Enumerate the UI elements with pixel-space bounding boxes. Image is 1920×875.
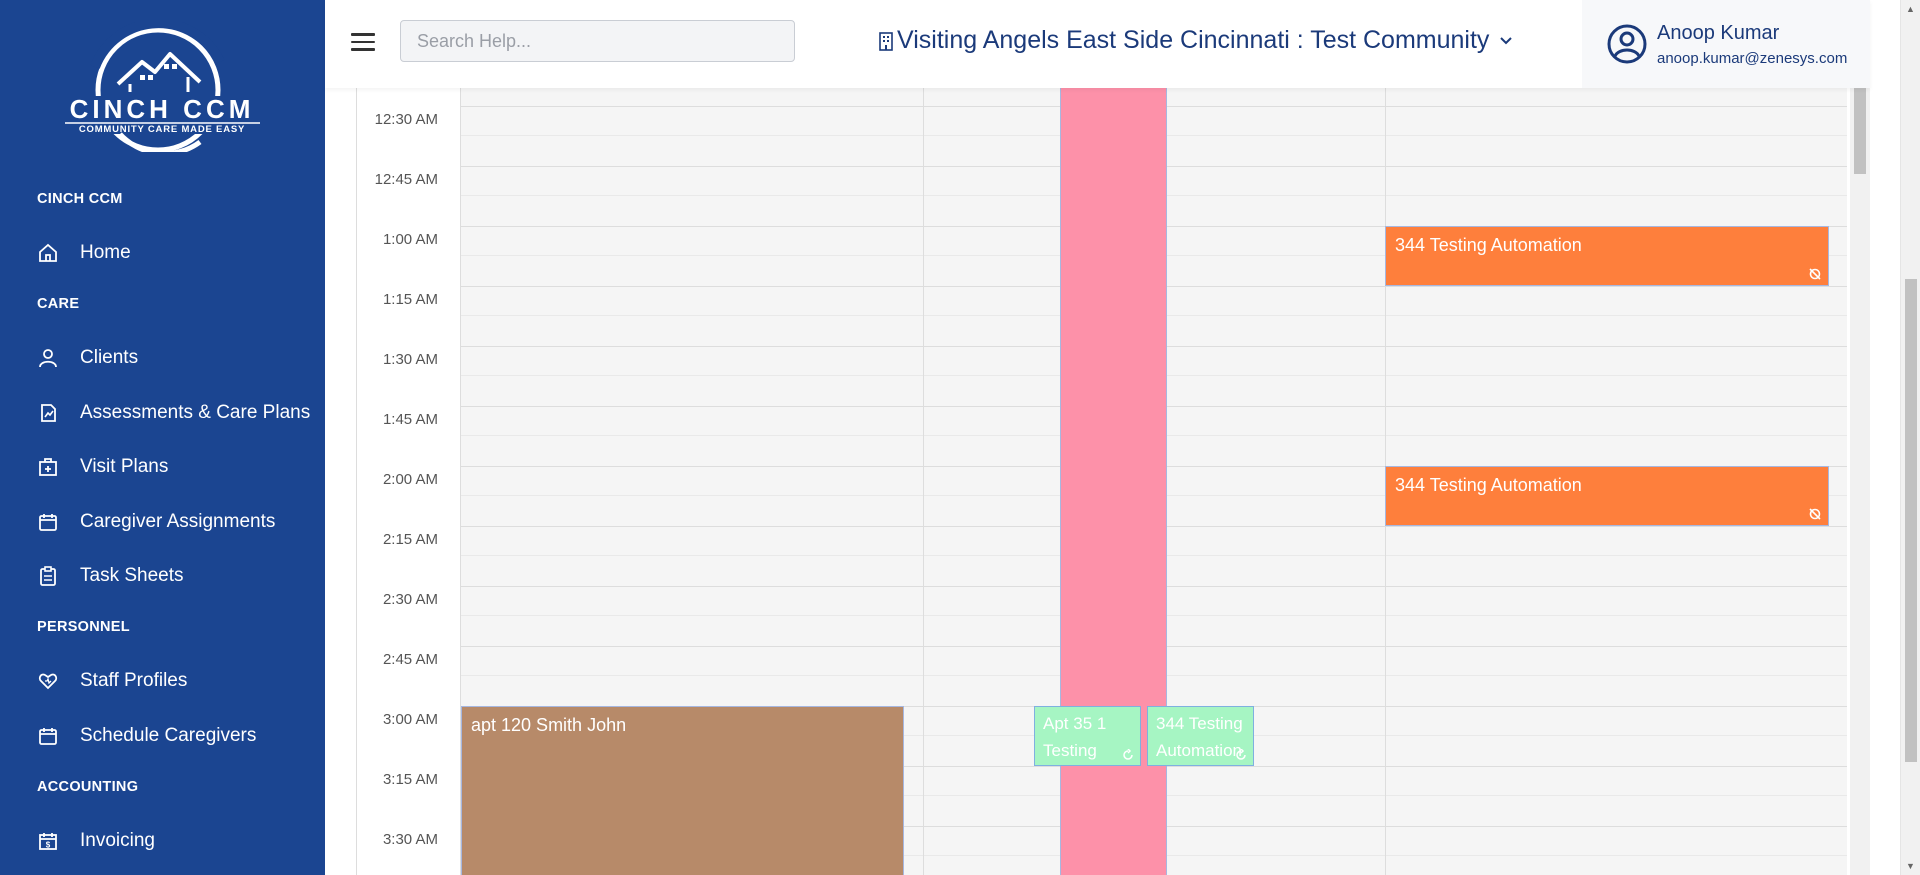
time-slot-label: 1:45 AM xyxy=(382,411,438,428)
heart-icon xyxy=(37,670,59,692)
search-help-input[interactable] xyxy=(400,20,795,62)
time-gutter: 12:30 AM 12:45 AM 1:00 AM 1:15 AM 1:30 A… xyxy=(356,88,461,875)
section-accounting: ACCOUNTING xyxy=(37,779,139,795)
sync-disabled-icon xyxy=(1808,267,1822,281)
calendar-icon xyxy=(37,511,59,533)
calendar-event[interactable]: Apt 35 1 Testing xyxy=(1034,706,1141,766)
chevron-down-icon xyxy=(1499,36,1513,46)
community-name: Visiting Angels East Side Cincinnati : T… xyxy=(897,26,1490,54)
section-care: CARE xyxy=(37,296,80,312)
event-title: 344 Testing Automation xyxy=(1156,714,1243,760)
sidebar: CINCH CCM COMMUNITY CARE MADE EASY CINCH… xyxy=(0,0,325,875)
time-slot-label: 1:15 AM xyxy=(382,291,438,308)
clipboard-icon xyxy=(37,565,59,587)
time-slot-label: 1:30 AM xyxy=(382,351,438,368)
sidebar-item-assessments[interactable]: Assessments & Care Plans xyxy=(37,395,310,431)
sidebar-item-caregiver-assignments[interactable]: Caregiver Assignments xyxy=(37,504,275,540)
sync-disabled-icon xyxy=(1808,507,1822,521)
section-cinch-ccm: CINCH CCM xyxy=(37,191,123,207)
time-slot-label: 2:15 AM xyxy=(382,531,438,548)
time-slot-label: 3:30 AM xyxy=(382,831,438,848)
sync-icon xyxy=(1122,749,1134,761)
sidebar-item-home[interactable]: Home xyxy=(37,235,131,271)
calendar-grid[interactable]: 344 Testing Automation 344 Testing Autom… xyxy=(461,88,1847,875)
sidebar-item-task-sheets[interactable]: Task Sheets xyxy=(37,558,184,594)
section-personnel: PERSONNEL xyxy=(37,619,130,635)
calendar-event[interactable]: 344 Testing Automation xyxy=(1147,706,1254,766)
sidebar-item-label: Home xyxy=(80,242,131,263)
sidebar-item-clients[interactable]: Clients xyxy=(37,340,138,376)
user-avatar-icon xyxy=(1607,24,1647,64)
event-title: 344 Testing Automation xyxy=(1395,235,1582,255)
sidebar-item-label: Visit Plans xyxy=(80,456,169,477)
menu-toggle-icon[interactable] xyxy=(351,33,375,53)
calendar-event[interactable]: 344 Testing Automation xyxy=(1385,226,1829,286)
user-name: Anoop Kumar xyxy=(1657,21,1780,44)
sidebar-item-staff-profiles[interactable]: Staff Profiles xyxy=(37,663,187,699)
sidebar-item-invoicing[interactable]: $ Invoicing xyxy=(37,823,155,859)
building-icon xyxy=(878,31,894,51)
sidebar-item-visit-plans[interactable]: Visit Plans xyxy=(37,449,168,485)
sidebar-item-schedule-caregivers[interactable]: Schedule Caregivers xyxy=(37,718,256,754)
medical-kit-icon xyxy=(37,456,59,478)
page-scrollbar-thumb[interactable] xyxy=(1905,279,1917,762)
sidebar-item-label: Clients xyxy=(80,347,139,368)
logo-wordmark: CINCH CCM xyxy=(70,94,255,124)
sidebar-item-label: Staff Profiles xyxy=(80,670,188,691)
calendar-week-view: 12:30 AM 12:45 AM 1:00 AM 1:15 AM 1:30 A… xyxy=(325,88,1900,875)
sidebar-item-label: Schedule Caregivers xyxy=(80,725,257,746)
community-selector[interactable]: Visiting Angels East Side Cincinnati : T… xyxy=(878,26,1513,55)
calendar-event[interactable]: apt 120 Smith John xyxy=(461,706,904,875)
page-scrollbar[interactable]: ▲ ▼ xyxy=(1900,0,1920,875)
event-title: apt 120 Smith John xyxy=(471,715,627,735)
event-title: Apt 35 1 Testing xyxy=(1043,714,1107,760)
time-slot-label: 2:00 AM xyxy=(382,471,438,488)
logo-tagline: COMMUNITY CARE MADE EASY xyxy=(79,124,245,135)
home-icon xyxy=(37,242,59,264)
invoice-icon: $ xyxy=(37,830,59,852)
time-slot-label: 12:45 AM xyxy=(374,171,438,188)
sidebar-item-label: Caregiver Assignments xyxy=(80,511,276,532)
calendar-scrollbar-thumb[interactable] xyxy=(1854,88,1866,174)
scroll-down-arrow-icon[interactable]: ▼ xyxy=(1906,861,1915,871)
sidebar-item-label: Assessments & Care Plans xyxy=(80,402,311,423)
user-menu[interactable]: Anoop Kumar anoop.kumar@zenesys.com xyxy=(1582,0,1870,88)
cinch-ccm-logo[interactable]: CINCH CCM COMMUNITY CARE MADE EASY xyxy=(60,18,265,157)
time-slot-label: 1:00 AM xyxy=(382,231,438,248)
sidebar-item-label: Invoicing xyxy=(80,830,155,851)
time-slot-label: 12:30 AM xyxy=(374,111,438,128)
sidebar-item-label: Task Sheets xyxy=(80,565,184,586)
calendar-icon xyxy=(37,725,59,747)
calendar-event[interactable]: 344 Testing Automation xyxy=(1385,466,1829,526)
time-slot-label: 3:15 AM xyxy=(382,771,438,788)
time-slot-label: 2:45 AM xyxy=(382,651,438,668)
calendar-scrollbar[interactable] xyxy=(1850,88,1870,875)
time-slot-label: 3:00 AM xyxy=(382,711,438,728)
event-title: 344 Testing Automation xyxy=(1395,475,1582,495)
svg-text:$: $ xyxy=(46,841,51,850)
sync-icon xyxy=(1235,749,1247,761)
document-chart-icon xyxy=(37,402,59,424)
user-icon xyxy=(37,347,59,369)
scroll-up-arrow-icon[interactable]: ▲ xyxy=(1906,4,1915,14)
time-slot-label: 2:30 AM xyxy=(382,591,438,608)
top-header: Visiting Angels East Side Cincinnati : T… xyxy=(325,0,1870,88)
user-email: anoop.kumar@zenesys.com xyxy=(1657,49,1848,67)
